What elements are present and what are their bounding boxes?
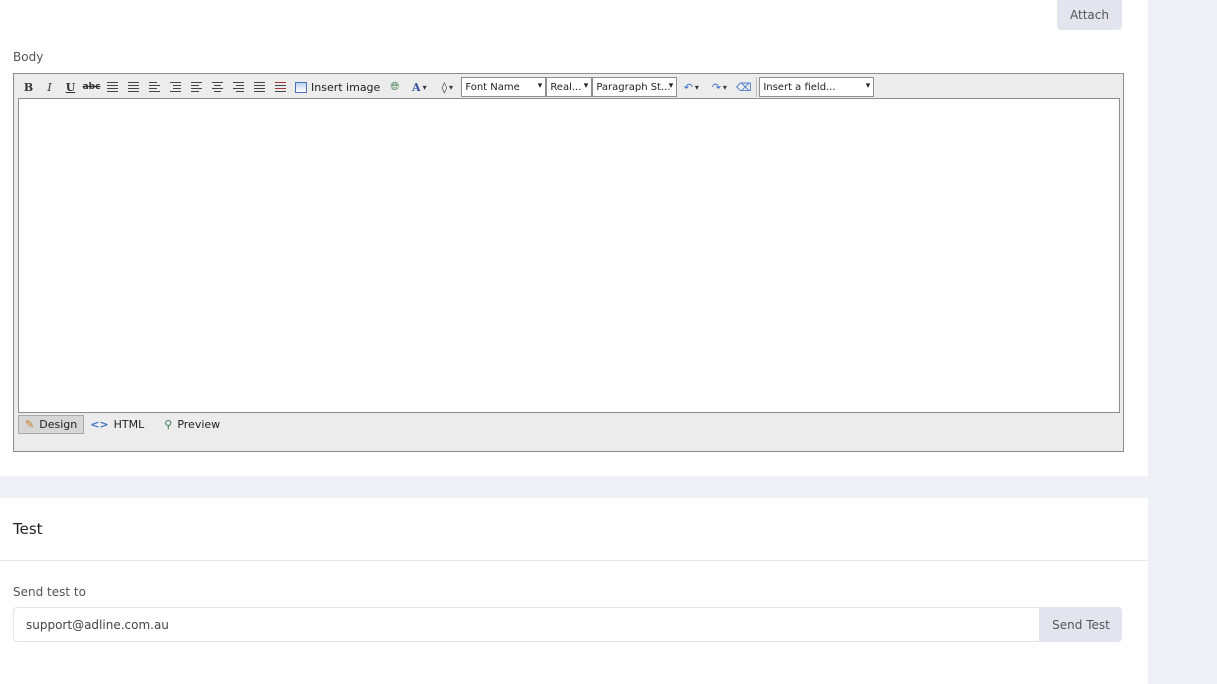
insert-field-select[interactable]: Insert a field... <box>759 77 875 97</box>
align-left-icon[interactable] <box>186 77 207 97</box>
test-section-title: Test <box>13 520 43 538</box>
clean-format-icon[interactable]: ⌫ <box>733 77 754 97</box>
message-card: Attach Body B I U abc Insert image 🌐︎ A ▾ <box>0 0 1148 476</box>
ordered-list-icon[interactable] <box>102 77 123 97</box>
paragraph-style-select[interactable]: Paragraph St... <box>592 77 678 97</box>
section-divider <box>0 560 1148 561</box>
strikethrough-button[interactable]: abc <box>81 77 102 97</box>
preview-tab-label: Preview <box>177 418 221 431</box>
body-label: Body <box>13 50 44 64</box>
insert-image-label: Insert image <box>311 80 381 94</box>
font-size-select[interactable]: Real... <box>546 77 593 97</box>
design-tab[interactable]: ✎ Design <box>18 415 85 434</box>
preview-tab[interactable]: ⚲ Preview <box>158 415 226 434</box>
undo-button[interactable]: ↶ ▾ <box>677 77 705 97</box>
test-card: Test Send test to support@adline.com.au … <box>0 498 1148 684</box>
code-icon: <> <box>90 418 109 431</box>
magnifier-icon: ⚲ <box>164 418 173 431</box>
italic-button[interactable]: I <box>39 77 60 97</box>
align-center-icon[interactable] <box>207 77 228 97</box>
editor-content-area[interactable] <box>18 98 1120 413</box>
send-test-button[interactable]: Send Test <box>1040 607 1122 642</box>
paint-bucket-icon: ◊ <box>441 80 448 94</box>
send-test-label: Send test to <box>13 585 86 599</box>
hyperlink-icon[interactable]: 🌐︎ <box>384 77 405 97</box>
rich-text-editor: B I U abc Insert image 🌐︎ A ▾ ◊ ▾ Font N… <box>13 73 1124 452</box>
image-icon <box>295 81 307 93</box>
justify-icon[interactable] <box>249 77 270 97</box>
font-name-select[interactable]: Font Name <box>461 77 547 97</box>
underline-button[interactable]: U <box>60 77 81 97</box>
horizontal-rule-icon[interactable] <box>270 77 291 97</box>
pencil-icon: ✎ <box>25 418 35 431</box>
editor-toolbar: B I U abc Insert image 🌐︎ A ▾ ◊ ▾ Font N… <box>18 76 875 98</box>
align-right-icon[interactable] <box>228 77 249 97</box>
redo-button[interactable]: ↷ ▾ <box>705 77 733 97</box>
toolbar-separator <box>756 77 758 97</box>
unordered-list-icon[interactable] <box>123 77 144 97</box>
indent-icon[interactable] <box>165 77 186 97</box>
send-test-email-input[interactable]: support@adline.com.au <box>13 607 1040 642</box>
html-tab[interactable]: <> HTML <box>84 415 150 434</box>
undo-icon: ↶ <box>683 80 693 94</box>
insert-image-button[interactable]: Insert image <box>291 77 384 97</box>
highlight-color-button[interactable]: ◊ ▾ <box>433 77 461 97</box>
font-color-button[interactable]: A ▾ <box>405 77 433 97</box>
html-tab-label: HTML <box>113 418 145 431</box>
outdent-icon[interactable] <box>144 77 165 97</box>
design-tab-label: Design <box>39 418 78 431</box>
font-color-icon: A <box>412 80 421 94</box>
attach-button[interactable]: Attach <box>1057 0 1122 30</box>
bold-button[interactable]: B <box>18 77 39 97</box>
editor-mode-tabs: ✎ Design <> HTML ⚲ Preview <box>18 415 226 434</box>
redo-icon: ↷ <box>711 80 721 94</box>
